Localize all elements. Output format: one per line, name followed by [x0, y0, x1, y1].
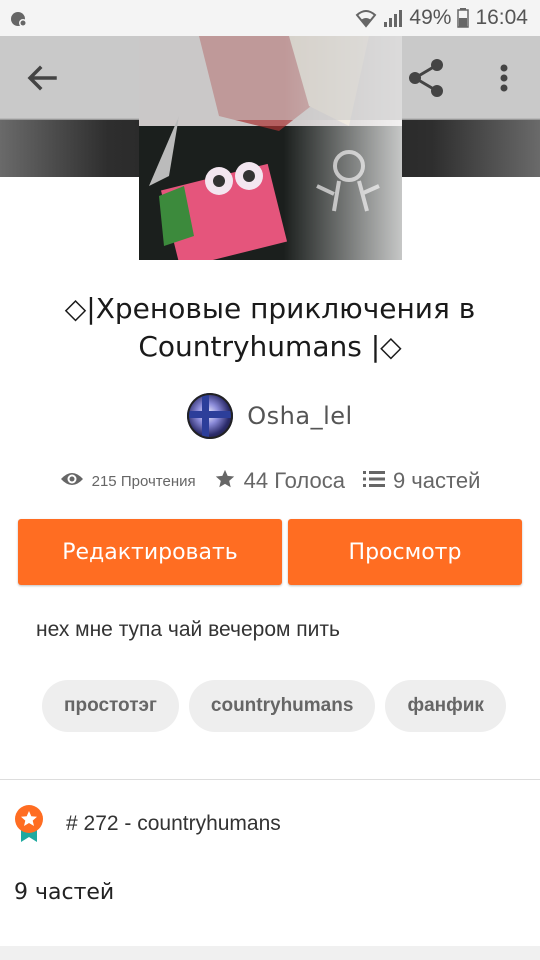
- votes-count: 44 Голоса: [243, 468, 345, 493]
- story-stats: 215 Прочтения 44 Голоса 9 частей: [0, 464, 540, 498]
- parts-list-header[interactable]: 9 частей: [14, 880, 114, 905]
- wifi-icon: [355, 8, 377, 28]
- author-link[interactable]: Osha_lel: [0, 392, 540, 440]
- edit-button[interactable]: Редактировать: [18, 519, 282, 585]
- divider: [0, 779, 540, 780]
- status-indicators: 49% 16:04: [355, 6, 528, 30]
- app-notification-icon: [10, 10, 28, 28]
- back-arrow-icon[interactable]: [22, 58, 62, 98]
- reads-count: 215 Прочтения: [91, 472, 196, 490]
- story-description: нех мне тупа чай вечером пить: [36, 618, 340, 641]
- parts-stat: 9 частей: [362, 468, 481, 494]
- tag-chip[interactable]: простотэг: [42, 680, 179, 732]
- tag-chip[interactable]: фанфик: [385, 680, 506, 732]
- author-name: Osha_lel: [247, 402, 353, 430]
- parts-count: 9 частей: [392, 468, 481, 493]
- view-button[interactable]: Просмотр: [288, 519, 522, 585]
- tag-chip[interactable]: countryhumans: [188, 680, 376, 732]
- ranking-row[interactable]: # 272 - countryhumans: [14, 804, 281, 844]
- eye-icon: [60, 471, 84, 492]
- more-vert-icon[interactable]: [488, 58, 520, 98]
- status-bar: 49% 16:04: [0, 0, 540, 36]
- ranking-text: # 272 - countryhumans: [66, 812, 281, 835]
- bottom-band: [0, 946, 540, 960]
- list-icon: [362, 470, 385, 493]
- ranking-badge-icon: [14, 804, 44, 844]
- avatar: [187, 393, 234, 439]
- signal-icon: [383, 8, 403, 28]
- top-nav-bar: [0, 36, 540, 120]
- tag-list: простотэг countryhumans фанфик: [42, 680, 516, 734]
- share-icon[interactable]: [404, 56, 448, 100]
- story-title: ◇|Хреновые приключения в Countryhumans |…: [64, 292, 476, 363]
- battery-percent: 49%: [409, 6, 452, 29]
- reads-stat: 215 Прочтения: [60, 471, 196, 492]
- clock: 16:04: [475, 6, 528, 29]
- star-icon: [214, 468, 236, 495]
- votes-stat: 44 Голоса: [214, 468, 345, 495]
- battery-icon: [457, 8, 470, 28]
